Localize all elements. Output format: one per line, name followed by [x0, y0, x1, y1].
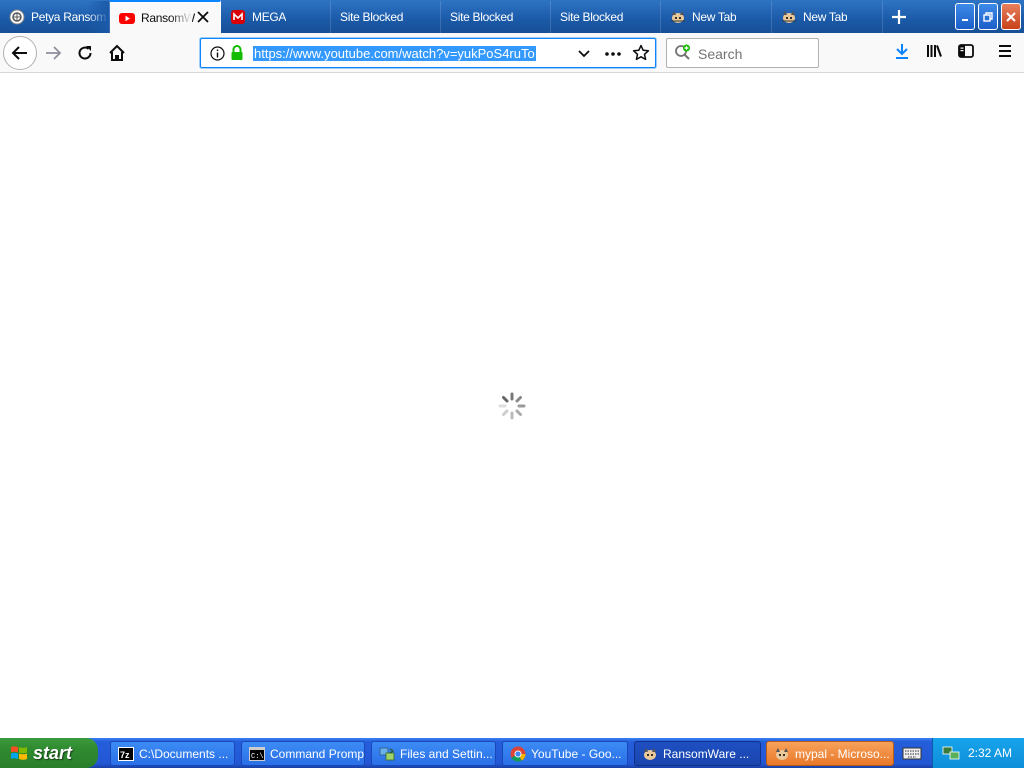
keyboard-icon[interactable]	[902, 745, 922, 766]
cat-icon	[642, 746, 658, 762]
secure-lock-icon[interactable]	[230, 45, 244, 66]
url-text[interactable]: https://www.youtube.com/watch?v=yukPoS4r…	[253, 46, 536, 61]
page-content	[0, 74, 1024, 738]
tab-label: Site Blocked	[450, 10, 514, 24]
task-label: RansomWare ...	[663, 746, 750, 761]
forward-button[interactable]	[37, 37, 69, 69]
download-arrow-icon	[893, 42, 911, 65]
svg-text:7z: 7z	[120, 750, 130, 760]
tab-label: New Tab	[803, 10, 848, 24]
chevron-down-icon[interactable]	[577, 47, 591, 66]
back-button[interactable]	[3, 36, 37, 70]
sidebar-icon	[957, 42, 975, 65]
shield-icon	[9, 9, 25, 25]
minimize-button[interactable]	[955, 3, 975, 30]
hamburger-menu-icon	[996, 42, 1014, 65]
search-placeholder: Search	[698, 46, 743, 62]
info-icon[interactable]	[210, 46, 225, 66]
tab-new-tab-1[interactable]: New Tab	[661, 1, 772, 33]
task-label: mypal - Microso...	[795, 746, 890, 761]
taskbar-item-mypal[interactable]: mypal - Microso...	[766, 741, 894, 766]
network-icon[interactable]	[942, 745, 960, 764]
library-icon	[925, 42, 943, 65]
7zip-icon: 7z	[118, 746, 134, 762]
tab-ransomware-youtube[interactable]: RansomW	[110, 0, 221, 33]
mega-icon	[230, 9, 246, 25]
tab-label: New Tab	[692, 10, 737, 24]
tab-site-blocked-1[interactable]: Site Blocked	[331, 1, 441, 33]
close-window-button[interactable]	[1001, 3, 1021, 30]
tab-label: Petya Ransom	[31, 10, 107, 24]
task-label: Command Prompt	[270, 746, 365, 761]
tab-strip: Petya Ransom RansomW MEGA Site Blocked S…	[0, 0, 1024, 33]
bookmark-star-icon[interactable]	[632, 44, 650, 67]
address-bar[interactable]: https://www.youtube.com/watch?v=yukPoS4r…	[200, 38, 656, 68]
home-button[interactable]	[101, 37, 133, 69]
cat-icon	[670, 9, 686, 25]
taskbar-item-ransomware[interactable]: RansomWare ...	[634, 741, 761, 766]
tab-label: Site Blocked	[560, 10, 624, 24]
taskbar-item-youtube-chrome[interactable]: YouTube - Goo...	[502, 741, 628, 766]
tab-label: MEGA	[252, 10, 287, 24]
chrome-icon	[510, 746, 526, 762]
menu-button[interactable]	[989, 37, 1021, 69]
cat-icon	[781, 9, 797, 25]
task-label: Files and Settin...	[400, 746, 493, 761]
windows-flag-icon	[10, 744, 28, 762]
tab-site-blocked-2[interactable]: Site Blocked	[441, 1, 551, 33]
svg-text:C:\: C:\	[251, 753, 264, 761]
start-label: start	[33, 742, 73, 763]
task-label: C:\Documents ...	[139, 746, 229, 761]
navigation-toolbar: https://www.youtube.com/watch?v=yukPoS4r…	[0, 33, 1024, 73]
start-button[interactable]: start	[0, 738, 98, 768]
clock: 2:32 AM	[968, 746, 1013, 760]
tab-label: RansomW	[141, 10, 195, 25]
taskbar-item-documents[interactable]: 7z C:\Documents ...	[110, 741, 235, 766]
page-actions-icon[interactable]	[604, 47, 622, 66]
taskbar-item-files-settings[interactable]: Files and Settin...	[371, 741, 496, 766]
loading-spinner-icon	[497, 391, 527, 421]
task-label: YouTube - Goo...	[531, 746, 622, 761]
tab-petya[interactable]: Petya Ransom	[0, 1, 110, 33]
reload-button[interactable]	[69, 37, 101, 69]
transfer-icon	[379, 746, 395, 762]
new-tab-button[interactable]	[884, 3, 914, 31]
downloads-button[interactable]	[886, 37, 918, 69]
search-icon	[674, 44, 692, 67]
youtube-icon	[119, 10, 135, 26]
tab-mega[interactable]: MEGA	[221, 1, 331, 33]
search-bar[interactable]: Search	[666, 38, 819, 68]
restore-button[interactable]	[978, 3, 998, 30]
cat-icon	[774, 746, 790, 762]
tab-new-tab-2[interactable]: New Tab	[772, 1, 883, 33]
close-tab-icon[interactable]	[196, 10, 210, 24]
taskbar-item-command-prompt[interactable]: C:\ Command Prompt	[241, 741, 365, 766]
system-tray: 2:32 AM	[932, 738, 1024, 768]
windows-taskbar: start 7z C:\Documents ... C:\ Command Pr…	[0, 738, 1024, 768]
sidebar-button[interactable]	[950, 37, 982, 69]
tab-label: Site Blocked	[340, 10, 404, 24]
tab-site-blocked-3[interactable]: Site Blocked	[551, 1, 661, 33]
library-button[interactable]	[918, 37, 950, 69]
cmd-icon: C:\	[249, 746, 265, 762]
